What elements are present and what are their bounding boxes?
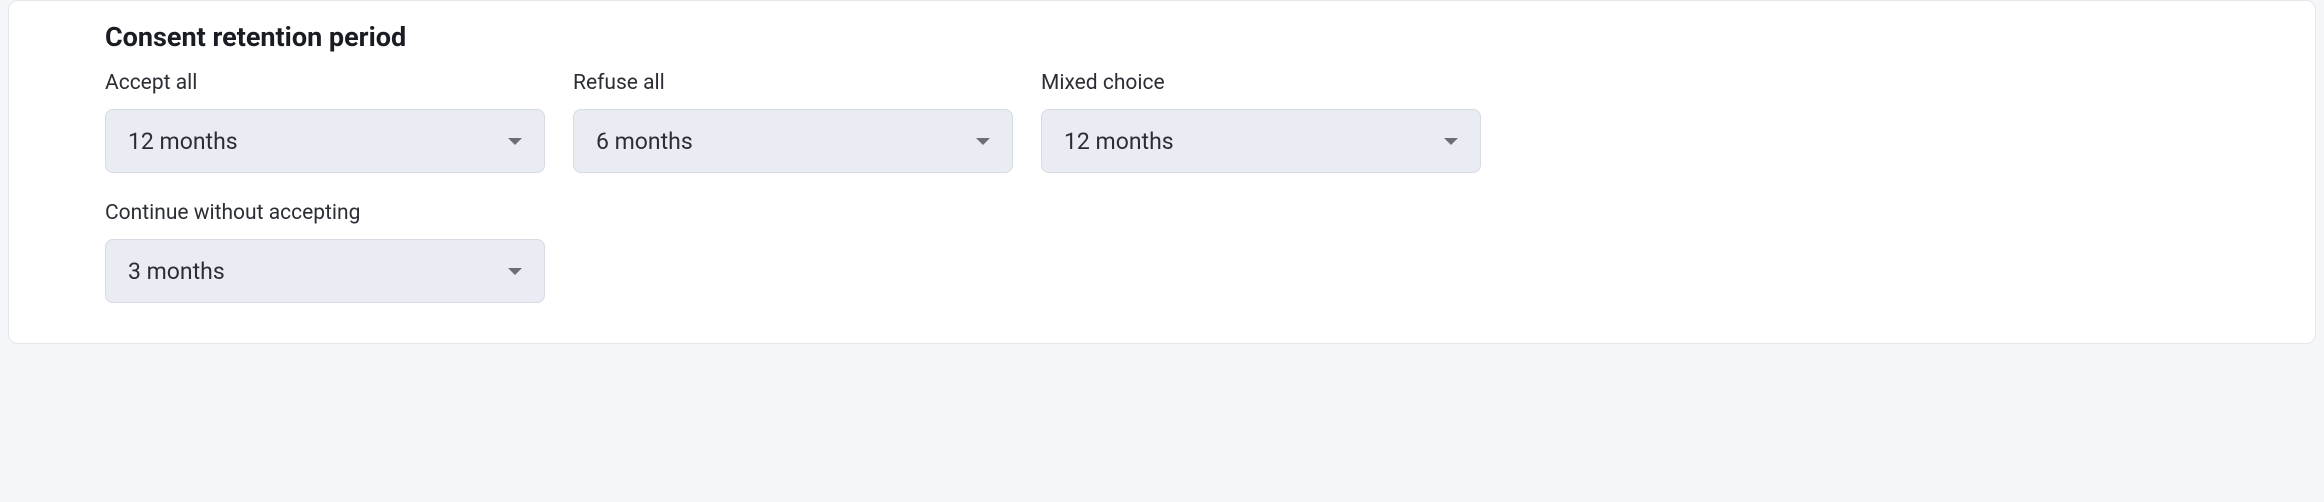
select-mixed-choice[interactable]: 12 months	[1041, 109, 1481, 173]
select-accept-all[interactable]: 12 months	[105, 109, 545, 173]
label-continue-without-accepting: Continue without accepting	[105, 201, 545, 225]
chevron-down-icon	[508, 268, 522, 275]
field-continue-without-accepting: Continue without accepting 3 months	[105, 201, 545, 303]
label-refuse-all: Refuse all	[573, 71, 1013, 95]
field-mixed-choice: Mixed choice 12 months	[1041, 71, 1481, 173]
chevron-down-icon	[1444, 138, 1458, 145]
label-mixed-choice: Mixed choice	[1041, 71, 1481, 95]
fields-row-1: Accept all 12 months Refuse all 6 months…	[105, 71, 2219, 173]
select-value-refuse-all: 6 months	[596, 128, 693, 155]
select-continue-without-accepting[interactable]: 3 months	[105, 239, 545, 303]
chevron-down-icon	[508, 138, 522, 145]
field-refuse-all: Refuse all 6 months	[573, 71, 1013, 173]
select-value-mixed-choice: 12 months	[1064, 128, 1174, 155]
field-accept-all: Accept all 12 months	[105, 71, 545, 173]
consent-retention-card: Consent retention period Accept all 12 m…	[8, 0, 2316, 344]
chevron-down-icon	[976, 138, 990, 145]
select-value-continue-without-accepting: 3 months	[128, 258, 225, 285]
label-accept-all: Accept all	[105, 71, 545, 95]
select-refuse-all[interactable]: 6 months	[573, 109, 1013, 173]
fields-row-2: Continue without accepting 3 months	[105, 201, 2219, 303]
section-title: Consent retention period	[105, 21, 2219, 53]
select-value-accept-all: 12 months	[128, 128, 238, 155]
